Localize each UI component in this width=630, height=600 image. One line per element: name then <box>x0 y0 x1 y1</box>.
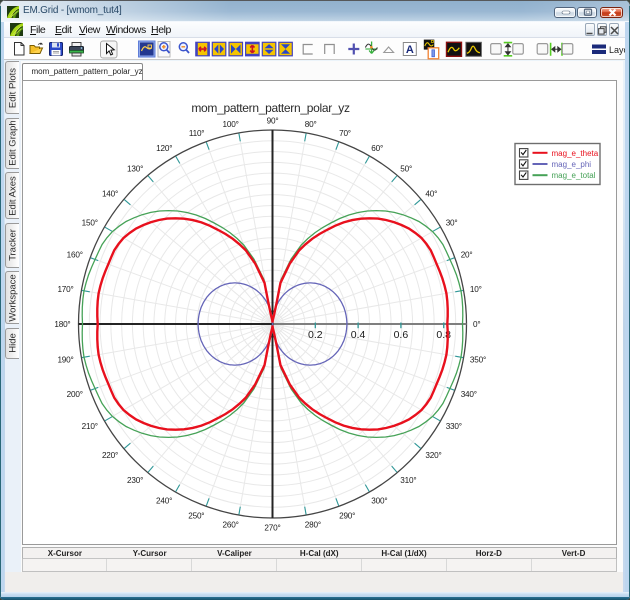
svg-text:0°: 0° <box>473 320 480 329</box>
svg-text:80°: 80° <box>304 120 316 129</box>
svg-text:50°: 50° <box>400 164 412 173</box>
svg-text:200°: 200° <box>66 390 82 399</box>
svg-text:0.4: 0.4 <box>350 329 365 341</box>
svg-text:100°: 100° <box>222 120 238 129</box>
svg-text:160°: 160° <box>66 251 82 260</box>
svg-text:mag_e_theta: mag_e_theta <box>551 149 598 158</box>
svg-text:280°: 280° <box>304 521 320 530</box>
svg-text:90°: 90° <box>266 117 278 126</box>
svg-text:mag_e_total: mag_e_total <box>551 171 595 180</box>
svg-text:0.6: 0.6 <box>393 329 408 341</box>
svg-text:mag_e_phi: mag_e_phi <box>551 160 591 169</box>
svg-text:290°: 290° <box>339 511 355 520</box>
svg-text:300°: 300° <box>371 496 387 505</box>
svg-text:250°: 250° <box>188 511 204 520</box>
svg-text:60°: 60° <box>371 144 383 153</box>
svg-text:10°: 10° <box>469 285 481 294</box>
svg-text:0.8: 0.8 <box>436 329 451 341</box>
svg-text:40°: 40° <box>425 189 437 198</box>
svg-text:70°: 70° <box>339 129 351 138</box>
svg-text:mom_pattern_pattern_polar_yz: mom_pattern_pattern_polar_yz <box>191 101 350 115</box>
svg-text:330°: 330° <box>445 422 461 431</box>
svg-text:120°: 120° <box>156 144 172 153</box>
svg-text:180°: 180° <box>54 320 70 329</box>
svg-text:340°: 340° <box>460 390 476 399</box>
svg-text:190°: 190° <box>57 356 73 365</box>
svg-text:20°: 20° <box>460 251 472 260</box>
svg-text:A: A <box>406 44 414 56</box>
svg-text:350°: 350° <box>469 356 485 365</box>
svg-text:260°: 260° <box>222 521 238 530</box>
svg-text:240°: 240° <box>156 496 172 505</box>
svg-text:0.2: 0.2 <box>307 329 322 341</box>
svg-text:30°: 30° <box>445 218 457 227</box>
svg-text:310°: 310° <box>400 476 416 485</box>
svg-text:170°: 170° <box>57 285 73 294</box>
svg-text:230°: 230° <box>127 476 143 485</box>
svg-text:270°: 270° <box>264 524 280 533</box>
svg-text:220°: 220° <box>101 451 117 460</box>
svg-text:130°: 130° <box>127 164 143 173</box>
svg-text:210°: 210° <box>81 422 97 431</box>
svg-text:320°: 320° <box>425 451 441 460</box>
svg-text:110°: 110° <box>188 129 204 138</box>
svg-text:140°: 140° <box>101 189 117 198</box>
svg-text:150°: 150° <box>81 218 97 227</box>
